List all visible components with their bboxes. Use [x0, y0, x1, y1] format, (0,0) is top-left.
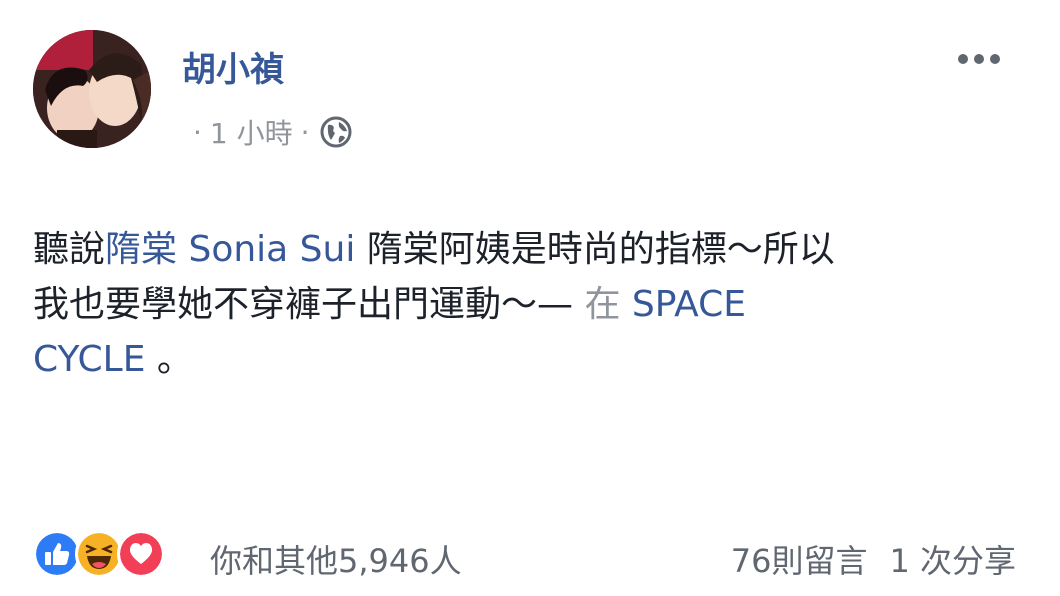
- share-count[interactable]: 1 次分享: [889, 542, 1016, 580]
- post-text-segment: 隋棠阿姨是時尚的指標～所以: [355, 229, 835, 270]
- post-text-segment: 我也要學她不穿褲子出門運動～—: [33, 284, 585, 325]
- reaction-count[interactable]: 你和其他5,946人: [210, 536, 462, 582]
- avatar[interactable]: [33, 30, 151, 148]
- author-name[interactable]: 胡小禎: [182, 42, 284, 91]
- post-text-segment: 聽說: [33, 229, 106, 270]
- text-space: [620, 284, 631, 325]
- comment-count[interactable]: 76則留言: [731, 542, 868, 580]
- like-icon[interactable]: [33, 530, 81, 578]
- post-stats: 76則留言 1 次分享: [731, 536, 1016, 582]
- meta-dot: ·: [193, 115, 202, 149]
- at-label: 在: [584, 284, 621, 325]
- post-text-end: 。: [145, 339, 193, 380]
- text-space: [177, 229, 188, 270]
- love-icon[interactable]: [117, 530, 165, 578]
- globe-icon[interactable]: [320, 116, 352, 148]
- tag-link[interactable]: 隋棠: [105, 229, 177, 270]
- location-link[interactable]: SPACE: [632, 284, 746, 325]
- post-text: 聽說隋棠 Sonia Sui 隋棠阿姨是時尚的指標～所以 我也要學她不穿褲子出門…: [33, 222, 1023, 387]
- haha-icon[interactable]: [75, 530, 123, 578]
- more-options-icon[interactable]: [958, 54, 1000, 64]
- reaction-icons[interactable]: [33, 530, 165, 578]
- location-link[interactable]: CYCLE: [33, 339, 145, 380]
- post-meta: · 1 小時 ·: [185, 112, 352, 152]
- meta-dot: ·: [300, 115, 310, 149]
- tag-link[interactable]: Sonia Sui: [188, 229, 355, 270]
- post-footer: 你和其他5,946人 76則留言 1 次分享: [0, 522, 1060, 586]
- post-timestamp[interactable]: 1 小時: [210, 112, 293, 152]
